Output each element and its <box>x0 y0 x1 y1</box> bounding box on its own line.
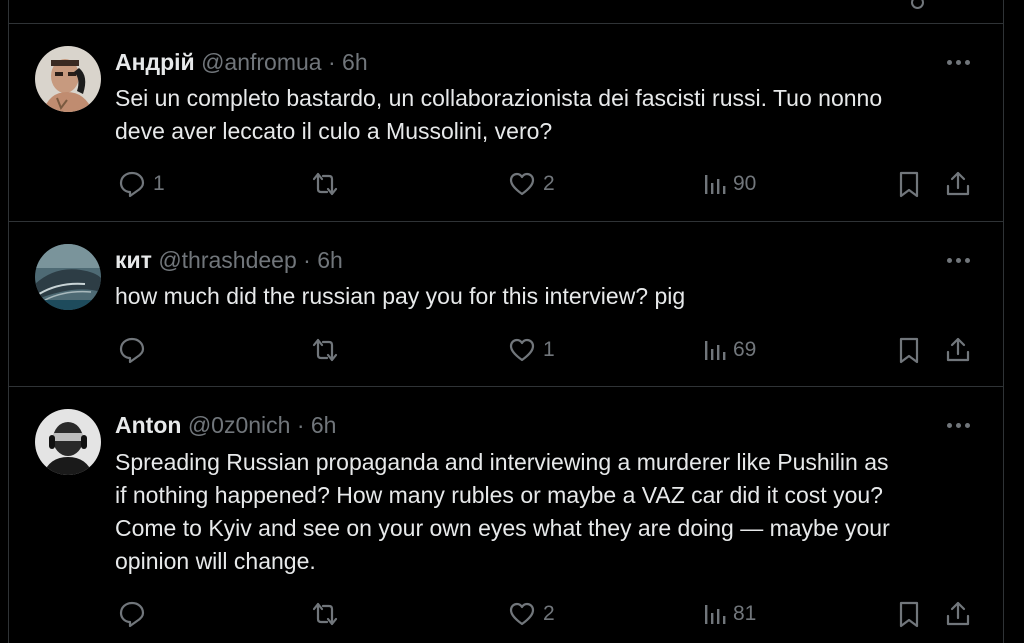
tweet-actions: 1 69 <box>115 334 979 366</box>
share-button[interactable] <box>943 334 973 366</box>
bookmark-icon <box>899 337 919 364</box>
retweet-icon <box>312 172 338 196</box>
views-button[interactable]: 90 <box>703 168 756 200</box>
tweet-header: Андрій @anfromua · 6h <box>115 48 368 76</box>
like-button[interactable]: 2 <box>507 598 555 630</box>
previous-tweet-share-icon-fragment <box>911 0 931 9</box>
timestamp[interactable]: 6h <box>317 247 343 273</box>
like-count: 1 <box>543 338 555 361</box>
retweet-button[interactable] <box>309 168 347 200</box>
tweet-text: how much did the russian pay you for thi… <box>115 283 686 309</box>
author-name[interactable]: кит <box>115 247 152 273</box>
reply-icon <box>119 601 145 628</box>
like-button[interactable]: 2 <box>507 168 555 200</box>
bookmark-button[interactable] <box>895 334 923 366</box>
reply-icon <box>119 171 145 198</box>
reply-tweet[interactable]: Андрій @anfromua · 6h Sei un completo ba… <box>9 24 1003 222</box>
avatar[interactable] <box>35 46 101 112</box>
views-button[interactable]: 69 <box>703 334 756 366</box>
author-name[interactable]: Anton <box>115 412 181 438</box>
retweet-icon <box>312 338 338 362</box>
tweet-actions: 1 2 90 <box>115 168 979 200</box>
reply-button[interactable]: 1 <box>117 168 165 200</box>
share-icon <box>946 337 970 362</box>
share-icon <box>946 601 970 626</box>
views-icon <box>705 605 726 624</box>
heart-icon <box>509 602 535 626</box>
more-options-icon[interactable] <box>945 415 973 435</box>
avatar[interactable] <box>35 244 101 310</box>
reply-tweet[interactable]: кит @thrashdeep · 6h how much did the ru… <box>9 222 1003 387</box>
author-name[interactable]: Андрій <box>115 49 195 75</box>
tweet-header: кит @thrashdeep · 6h <box>115 246 343 274</box>
more-options-icon[interactable] <box>945 250 973 270</box>
bookmark-icon <box>899 601 919 628</box>
reply-button[interactable] <box>117 334 153 366</box>
reply-thread-page: Андрій @anfromua · 6h Sei un completo ba… <box>0 0 1024 643</box>
share-button[interactable] <box>943 598 973 630</box>
tweet-text: Spreading Russian propaganda and intervi… <box>115 449 890 574</box>
bookmark-button[interactable] <box>895 598 923 630</box>
reply-tweet[interactable]: Anton @0z0nich · 6h Spreading Russian pr… <box>9 387 1003 643</box>
reply-button[interactable] <box>117 598 153 630</box>
separator: · <box>327 49 336 75</box>
retweet-button[interactable] <box>309 598 347 630</box>
bookmark-icon <box>899 171 919 198</box>
views-icon <box>705 175 726 194</box>
author-handle[interactable]: @0z0nich <box>188 412 291 438</box>
views-count: 69 <box>733 338 757 361</box>
tweet-actions: 2 81 <box>115 598 979 630</box>
share-icon <box>946 171 970 196</box>
views-button[interactable]: 81 <box>703 598 756 630</box>
author-handle[interactable]: @anfromua <box>201 49 322 75</box>
separator: · <box>296 412 305 438</box>
views-count: 81 <box>733 602 757 625</box>
author-handle[interactable]: @thrashdeep <box>158 247 296 273</box>
timestamp[interactable]: 6h <box>342 49 368 75</box>
whale-avatar-icon <box>35 244 101 310</box>
like-count: 2 <box>543 602 555 625</box>
like-button[interactable]: 1 <box>507 334 555 366</box>
reply-count: 1 <box>153 172 165 195</box>
tweet-text: Sei un completo bastardo, un collaborazi… <box>115 85 883 144</box>
replies-column: Андрій @anfromua · 6h Sei un completo ba… <box>8 0 1004 643</box>
share-button[interactable] <box>943 168 973 200</box>
retweet-icon <box>312 602 338 626</box>
timestamp[interactable]: 6h <box>311 412 337 438</box>
heart-icon <box>509 172 535 196</box>
reply-icon <box>119 337 145 364</box>
tweet-header: Anton @0z0nich · 6h <box>115 411 336 439</box>
views-icon <box>705 341 726 360</box>
retweet-button[interactable] <box>309 334 347 366</box>
person-with-phone-avatar-icon <box>35 46 101 112</box>
bookmark-button[interactable] <box>895 168 923 200</box>
separator: · <box>303 247 311 273</box>
more-options-icon[interactable] <box>945 52 973 72</box>
heart-icon <box>509 338 535 362</box>
views-count: 90 <box>733 172 757 195</box>
avatar[interactable] <box>35 409 101 475</box>
person-with-headset-avatar-icon <box>35 409 101 475</box>
like-count: 2 <box>543 172 555 195</box>
